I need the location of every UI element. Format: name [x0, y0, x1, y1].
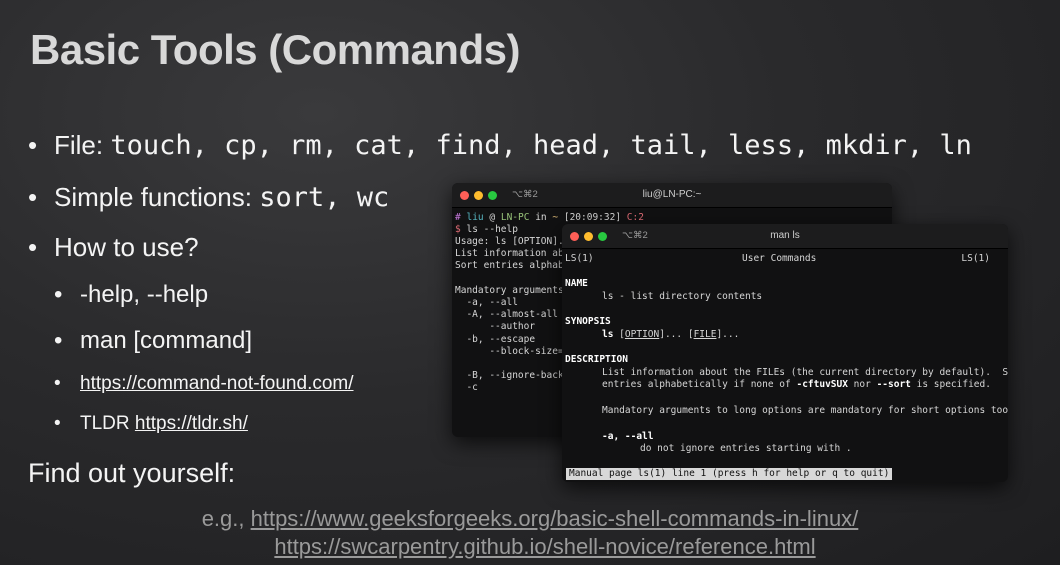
tldr-link[interactable]: https://tldr.sh/: [135, 413, 248, 434]
command-line: $ ls --help: [455, 224, 518, 235]
prompt-hash: #: [455, 212, 461, 223]
bullet-simple-functions: • Simple functions: sort, wc: [28, 182, 389, 213]
terminal-output-line: --author: [455, 321, 536, 333]
file-label: File:: [54, 130, 111, 160]
bullet-dot: •: [54, 373, 61, 394]
bullet-file: • File: touch, cp, rm, cat, find, head, t…: [28, 130, 972, 161]
terminal-output-line: -B, --ignore-backup: [455, 370, 576, 382]
help-text: -help, --help: [80, 281, 209, 308]
prompt-at: @: [489, 212, 496, 223]
prompt-code: C:2: [626, 212, 644, 223]
terminal-titlebar[interactable]: ⌥⌘2 liu@LN-PC:~: [452, 183, 892, 208]
simple-label: Simple functions:: [54, 182, 260, 212]
find-out-yourself: Find out yourself:: [28, 458, 236, 488]
man-header-right: LS(1): [961, 253, 990, 264]
desc-flags: -cftuvSUX: [796, 379, 848, 390]
syn-option: OPTION: [624, 329, 660, 340]
desc-sort: --sort: [876, 379, 911, 390]
command-not-found-link[interactable]: https://command-not-found.com/: [80, 373, 354, 394]
command-text: ls --help: [466, 224, 518, 235]
terminal-titlebar[interactable]: ⌥⌘2 man ls: [562, 224, 1008, 249]
sub-bullet-help: • -help, --help: [54, 281, 208, 309]
synopsis-heading: SYNOPSIS: [565, 316, 611, 327]
desc-text-c: is specified.: [910, 379, 991, 390]
desc-line-3: Mandatory arguments to long options are …: [602, 405, 1008, 416]
file-commands: touch, cp, rm, cat, find, head, tail, le…: [110, 130, 972, 161]
option-a-desc: do not ignore entries starting with .: [640, 443, 852, 454]
desc-line-1: List information about the FILEs (the cu…: [602, 367, 1008, 378]
swcarpentry-link[interactable]: https://swcarpentry.github.io/shell-novi…: [274, 534, 815, 559]
terminal-title: man ls: [770, 230, 800, 241]
bullet-how-to-use: • How to use?: [28, 232, 199, 263]
terminal-output-line: Usage: ls [OPTION]..: [455, 236, 570, 247]
option-a: -a, --all: [602, 431, 654, 442]
simple-commands: sort, wc: [259, 182, 390, 213]
terminal-output-line: Mandatory arguments t: [455, 284, 576, 296]
tldr-label: TLDR: [80, 413, 135, 434]
description-heading: DESCRIPTION: [565, 354, 628, 365]
prompt-host: LN-PC: [500, 212, 530, 223]
name-heading: NAME: [565, 278, 588, 289]
sub-bullet-tldr: • TLDR https://tldr.sh/: [54, 413, 248, 435]
terminal-output-line: Sort entries alphabet: [455, 260, 576, 272]
terminal-title: liu@LN-PC:~: [642, 189, 702, 200]
bullet-dot: •: [28, 232, 38, 262]
bullet-dot: •: [54, 413, 61, 434]
sub-bullet-command-not-found: • https://command-not-found.com/: [54, 373, 354, 395]
terminal-window-front[interactable]: ⌥⌘2 man ls LS(1) User Commands LS(1) NAM…: [562, 224, 1008, 482]
prompt-dir: ~: [552, 212, 559, 223]
terminal-output-line: -b, --escape: [455, 333, 536, 345]
prompt-time: [20:09:32]: [563, 212, 622, 223]
syn-cmd: ls: [602, 329, 614, 340]
desc-text-a: entries alphabetically if none of: [602, 379, 797, 390]
prompt-in: in: [535, 212, 547, 223]
syn-file: FILE: [693, 329, 717, 340]
bullet-dot: •: [54, 327, 63, 354]
terminal-output-line: --block-size=SI: [455, 345, 576, 357]
terminal-output-line: -c: [455, 382, 478, 394]
man-header-center: User Commands: [742, 253, 817, 264]
how-to-use-text: How to use?: [54, 232, 199, 262]
example-line-2: https://swcarpentry.github.io/shell-novi…: [0, 534, 1060, 560]
prompt-line: # liu @ LN-PC in ~ [20:09:32] C:2: [455, 212, 644, 223]
eg-prefix: e.g.,: [201, 506, 251, 531]
example-line-1: e.g., https://www.geeksforgeeks.org/basi…: [0, 506, 1060, 532]
terminal-output-line: -A, --almost-all: [455, 309, 558, 321]
synopsis-text: ls [OPTION]... [FILE]...: [602, 329, 740, 340]
terminal-output-line: List information abou: [455, 248, 576, 260]
man-text: man [command]: [80, 327, 253, 354]
bullet-dot: •: [28, 182, 38, 212]
desc-text-b: nor: [847, 379, 877, 390]
name-text: ls - list directory contents: [602, 291, 763, 302]
bullet-dot: •: [28, 130, 38, 160]
dollar-sign: $: [455, 224, 461, 235]
sub-bullet-man: • man [command]: [54, 327, 252, 355]
terminal-output-line: -a, --all: [455, 297, 518, 308]
man-status-bar: Manual page ls(1) line 1 (press h for he…: [566, 468, 893, 480]
prompt-user: liu: [466, 212, 484, 223]
geeksforgeeks-link[interactable]: https://www.geeksforgeeks.org/basic-shel…: [251, 506, 859, 531]
bullet-dot: •: [54, 281, 63, 308]
man-header-left: LS(1): [565, 253, 594, 264]
desc-line-2: entries alphabetically if none of -cftuv…: [602, 379, 991, 390]
